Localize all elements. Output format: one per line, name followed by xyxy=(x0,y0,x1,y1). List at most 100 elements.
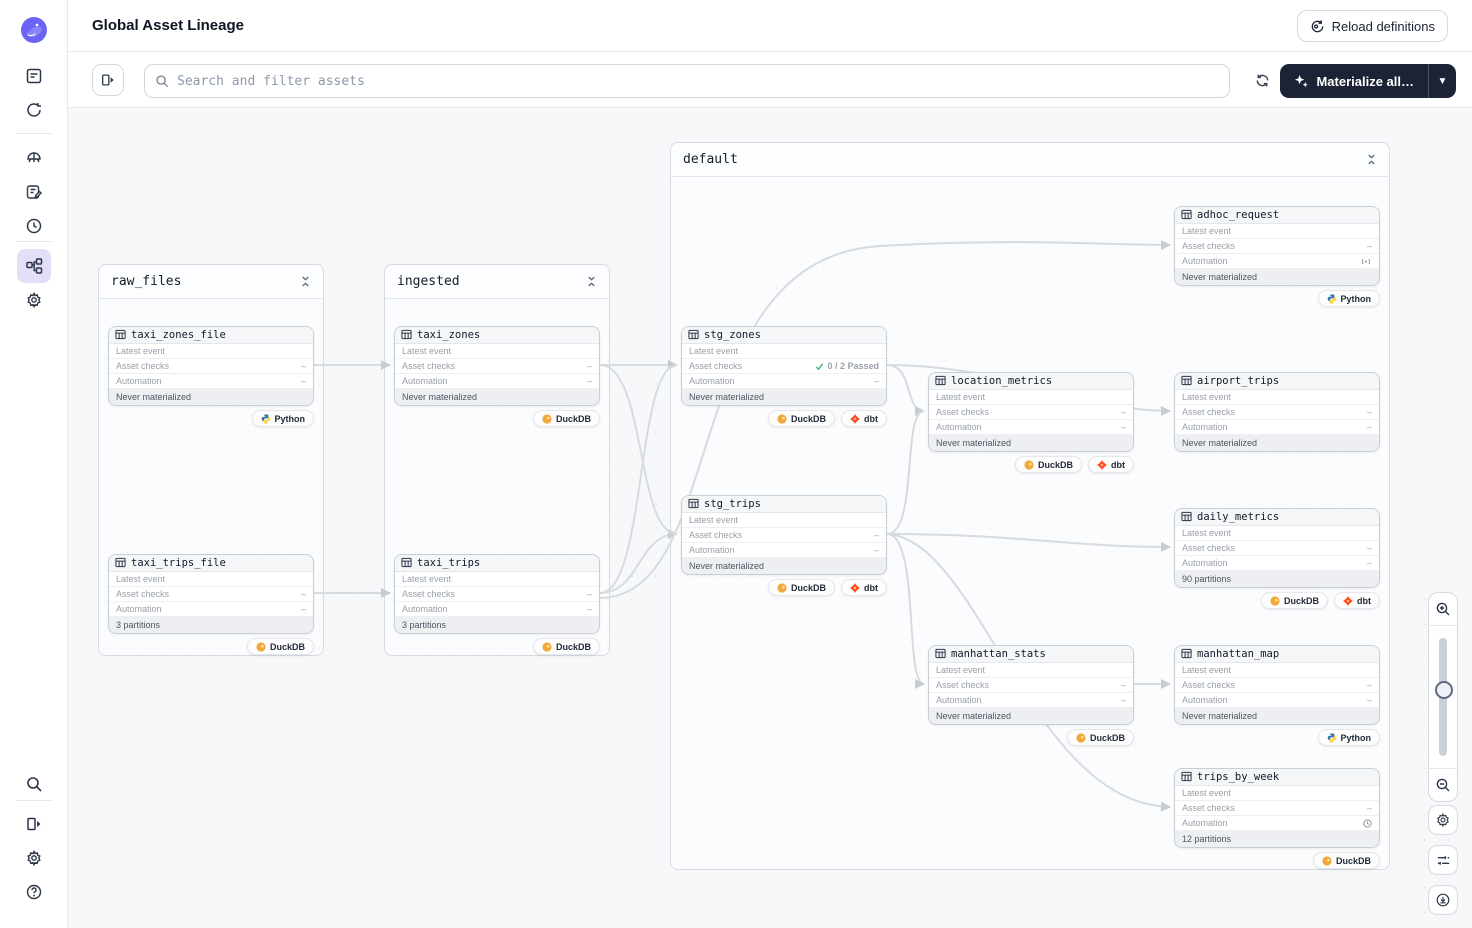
asset-search-bar xyxy=(144,64,1230,98)
sidebar-divider xyxy=(16,800,52,801)
dagster-logo[interactable] xyxy=(20,16,48,44)
python-badge[interactable]: Python xyxy=(1318,290,1381,307)
graph-settings-button[interactable] xyxy=(1428,805,1458,835)
reload-definitions-button[interactable]: Reload definitions xyxy=(1297,10,1448,42)
asset-name: location_metrics xyxy=(951,375,1052,387)
python-badge[interactable]: Python xyxy=(1318,729,1381,746)
asset-card-adhoc-request[interactable]: adhoc_request Latest event Asset checks–… xyxy=(1174,206,1380,286)
group-title: ingested xyxy=(397,274,460,289)
sidebar-item-jobs[interactable] xyxy=(17,175,51,209)
duckdb-badge[interactable]: DuckDB xyxy=(768,410,835,427)
materialization-status: Never materialized xyxy=(929,708,1133,724)
materialization-status: Never materialized xyxy=(395,389,599,405)
asset-card-stg-zones[interactable]: stg_zones Latest event Asset checks 0 / … xyxy=(681,326,887,406)
sidebar-item-runs[interactable] xyxy=(17,93,51,127)
sensor-icon xyxy=(1360,257,1372,266)
open-left-panel-button[interactable] xyxy=(92,64,124,96)
asset-card-taxi-zones[interactable]: taxi_zones Latest event Asset checks– Au… xyxy=(394,326,600,406)
sidebar-item-deployment[interactable] xyxy=(17,141,51,175)
asset-name: taxi_zones_file xyxy=(131,329,226,341)
download-view-button[interactable] xyxy=(1428,885,1458,915)
materialize-all-button[interactable]: Materialize all… xyxy=(1280,64,1428,98)
toolbar: Materialize all… ▼ xyxy=(68,52,1472,108)
collapse-group-icon[interactable] xyxy=(300,276,311,287)
zoom-out-button[interactable] xyxy=(1428,769,1458,801)
asset-name: airport_trips xyxy=(1197,375,1279,387)
asset-name: trips_by_week xyxy=(1197,771,1279,783)
dbt-badge[interactable]: dbt xyxy=(1334,592,1380,609)
partitions-status: 3 partitions xyxy=(109,617,313,633)
materialization-status: Never materialized xyxy=(682,558,886,574)
zoom-slider[interactable] xyxy=(1429,625,1457,769)
table-icon xyxy=(688,498,699,511)
materialization-status: Never materialized xyxy=(1175,435,1379,451)
duckdb-badge[interactable]: DuckDB xyxy=(533,638,600,655)
asset-name: manhattan_stats xyxy=(951,648,1046,660)
search-icon-button[interactable] xyxy=(17,767,51,801)
asset-card-trips-by-week[interactable]: trips_by_week Latest event Asset checks–… xyxy=(1174,768,1380,848)
table-icon xyxy=(401,557,412,570)
asset-card-taxi-trips[interactable]: taxi_trips Latest event Asset checks– Au… xyxy=(394,554,600,634)
table-icon xyxy=(1181,375,1192,388)
duckdb-badge[interactable]: DuckDB xyxy=(1261,592,1328,609)
duckdb-badge[interactable]: DuckDB xyxy=(1015,456,1082,473)
refresh-graph-button[interactable] xyxy=(1246,64,1278,96)
schedule-clock-icon xyxy=(1363,819,1372,828)
table-icon xyxy=(1181,771,1192,784)
asset-card-taxi-zones-file[interactable]: taxi_zones_file Latest event Asset check… xyxy=(108,326,314,406)
search-icon xyxy=(155,74,169,88)
help-icon[interactable] xyxy=(17,875,51,909)
dbt-badge[interactable]: dbt xyxy=(1088,456,1134,473)
asset-card-airport-trips[interactable]: airport_trips Latest event Asset checks–… xyxy=(1174,372,1380,452)
asset-name: taxi_trips_file xyxy=(131,557,226,569)
sidebar-divider xyxy=(16,133,52,134)
asset-name: stg_trips xyxy=(704,498,761,510)
asset-card-taxi-trips-file[interactable]: taxi_trips_file Latest event Asset check… xyxy=(108,554,314,634)
python-badge[interactable]: Python xyxy=(252,410,315,427)
asset-card-stg-trips[interactable]: stg_trips Latest event Asset checks– Aut… xyxy=(681,495,887,575)
duckdb-badge[interactable]: DuckDB xyxy=(1067,729,1134,746)
collapse-group-icon[interactable] xyxy=(586,276,597,287)
sidebar-item-schedules[interactable] xyxy=(17,209,51,243)
materialization-status: Never materialized xyxy=(109,389,313,405)
duckdb-badge[interactable]: DuckDB xyxy=(768,579,835,596)
lineage-canvas[interactable]: raw_files ingested default xyxy=(68,108,1472,928)
partitions-status: 12 partitions xyxy=(1175,831,1379,847)
user-settings-icon[interactable] xyxy=(17,841,51,875)
checks-passed-value: 0 / 2 Passed xyxy=(815,361,879,371)
table-icon xyxy=(1181,648,1192,661)
reload-icon xyxy=(1310,19,1325,34)
materialize-all-split-button: Materialize all… ▼ xyxy=(1280,64,1456,98)
page-title: Global Asset Lineage xyxy=(92,17,244,34)
collapse-group-icon[interactable] xyxy=(1366,154,1377,165)
asset-card-manhattan-stats[interactable]: manhattan_stats Latest event Asset check… xyxy=(928,645,1134,725)
zoom-in-button[interactable] xyxy=(1428,593,1458,625)
dbt-badge[interactable]: dbt xyxy=(841,410,887,427)
asset-card-manhattan-map[interactable]: manhattan_map Latest event Asset checks–… xyxy=(1174,645,1380,725)
search-input[interactable] xyxy=(177,74,1219,89)
asset-card-daily-metrics[interactable]: daily_metrics Latest event Asset checks–… xyxy=(1174,508,1380,588)
asset-card-location-metrics[interactable]: location_metrics Latest event Asset chec… xyxy=(928,372,1134,452)
partitions-status: 90 partitions xyxy=(1175,571,1379,587)
asset-name: manhattan_map xyxy=(1197,648,1279,660)
table-icon xyxy=(401,329,412,342)
partitions-status: 3 partitions xyxy=(395,617,599,633)
filter-options-button[interactable] xyxy=(1428,845,1458,875)
dbt-badge[interactable]: dbt xyxy=(841,579,887,596)
sparkles-icon xyxy=(1294,74,1309,89)
table-icon xyxy=(1181,511,1192,524)
materialize-options-caret[interactable]: ▼ xyxy=(1428,64,1456,98)
duckdb-badge[interactable]: DuckDB xyxy=(1313,852,1380,869)
zoom-slider-handle[interactable] xyxy=(1435,681,1453,699)
asset-name: stg_zones xyxy=(704,329,761,341)
sidebar-item-overview[interactable] xyxy=(17,59,51,93)
asset-name: adhoc_request xyxy=(1197,209,1279,221)
expand-panel-icon[interactable] xyxy=(17,807,51,841)
asset-name: taxi_trips xyxy=(417,557,480,569)
materialization-status: Never materialized xyxy=(929,435,1133,451)
sidebar-item-settings[interactable] xyxy=(17,283,51,317)
duckdb-badge[interactable]: DuckDB xyxy=(247,638,314,655)
duckdb-badge[interactable]: DuckDB xyxy=(533,410,600,427)
sidebar-item-asset-lineage[interactable] xyxy=(17,249,51,283)
materialization-status: Never materialized xyxy=(682,389,886,405)
